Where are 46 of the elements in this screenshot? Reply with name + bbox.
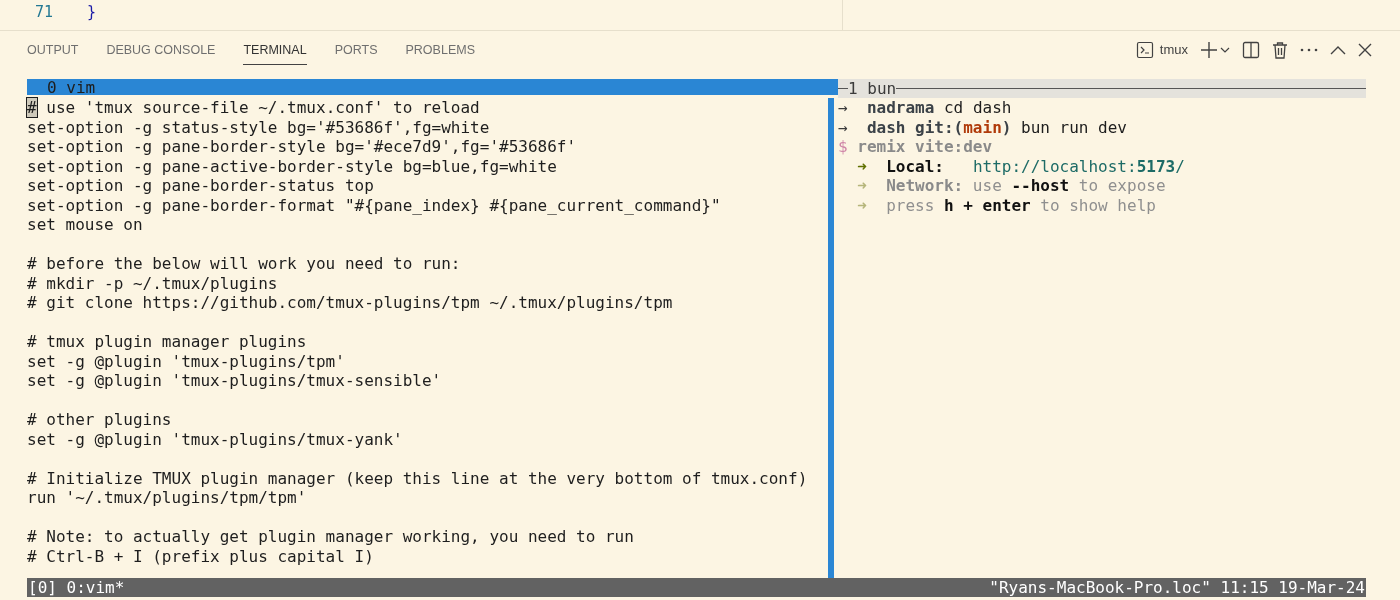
terminal-line: → dash git:(main) bun run dev	[838, 117, 1128, 137]
trash-icon[interactable]	[1272, 41, 1288, 59]
close-icon[interactable]	[1358, 43, 1372, 57]
terminal-line: set mouse on	[27, 215, 144, 235]
new-terminal-button[interactable]	[1200, 41, 1230, 59]
panel-tab[interactable]: PROBLEMS	[405, 34, 475, 66]
terminal-line: ➜ Local: http://localhost:5173/	[856, 156, 1186, 176]
panel-tab[interactable]: OUTPUT	[27, 34, 79, 66]
terminal-line: set-option -g pane-active-border-style bg=blue,fg=white	[27, 156, 558, 176]
terminal-line: set -g @plugin 'tmux-plugins/tmux-sensible'	[27, 371, 443, 391]
terminal-selector[interactable]: tmux	[1135, 40, 1188, 60]
terminal-line: # Initialize TMUX plugin manager (keep this line at the very bottom of tmux.conf)	[27, 468, 809, 488]
session-window-label: [0] 0:vim*	[28, 578, 125, 597]
pane-title: 0 vim	[47, 77, 96, 97]
chevron-down-icon	[1220, 45, 1230, 55]
plus-icon	[1200, 41, 1218, 59]
terminal-line: set-option -g status-style bg='#53686f',fg=white	[27, 117, 491, 137]
pane-title: 1 bun	[848, 79, 897, 98]
line-number: 71	[35, 2, 55, 23]
terminal-line: set-option -g pane-border-style bg='#ece7d9',fg='#53686f'	[27, 137, 578, 157]
terminal-line: set-option -g pane-border-format "#{pane_index} #{pane_current_command}"	[27, 195, 722, 215]
terminal-line: # use 'tmux source-file ~/.tmux.conf' to reload	[27, 98, 481, 118]
terminal-line: set-option -g pane-border-status top	[27, 176, 375, 196]
terminal-line: # mkdir -p ~/.tmux/plugins	[27, 273, 279, 293]
chevron-up-icon[interactable]	[1330, 45, 1346, 55]
host-clock-label: "Ryans-MacBook-Pro.loc" 11:15 19-Mar-24	[989, 578, 1365, 597]
code-line: }	[87, 2, 97, 23]
terminal-line: set -g @plugin 'tmux-plugins/tmux-yank'	[27, 429, 404, 449]
terminal-line: set -g @plugin 'tmux-plugins/tpm'	[27, 351, 346, 371]
more-icon[interactable]	[1300, 47, 1318, 53]
terminal-line: ➜ Network: use --host to expose	[856, 176, 1167, 196]
terminal-line: # tmux plugin manager plugins	[27, 332, 308, 352]
panel-tab[interactable]: DEBUG CONSOLE	[106, 34, 216, 66]
terminal-line: # git clone https://github.com/tmux-plugins/tpm ~/.tmux/plugins/tpm	[27, 293, 674, 313]
terminal-line: # Note: to actually get plugin manager working, you need to run	[27, 527, 635, 547]
terminal-line: run '~/.tmux/plugins/tpm/tpm'	[27, 488, 308, 508]
split-icon[interactable]	[1242, 41, 1260, 59]
terminal-icon	[1135, 41, 1154, 59]
terminal-line: # Ctrl-B + I (prefix plus capital I)	[27, 546, 375, 566]
terminal-line: # other plugins	[27, 410, 173, 430]
terminal-line: → nadrama cd dash	[838, 98, 1013, 118]
terminal-line: # before the below will work you need to run:	[27, 254, 462, 274]
panel-tab[interactable]: PORTS	[334, 34, 378, 66]
panel-tab[interactable]: TERMINAL	[243, 34, 307, 66]
terminal-line: ➜ press h + enter to show help	[856, 195, 1157, 215]
terminal-line: $ remix vite:dev	[838, 137, 994, 157]
